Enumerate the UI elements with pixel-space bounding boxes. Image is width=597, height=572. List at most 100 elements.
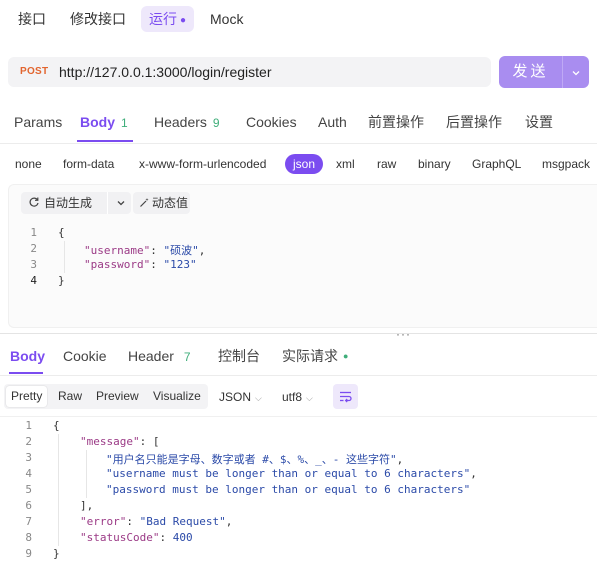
view-visualize[interactable]: Visualize (148, 386, 206, 407)
body-type-form-data[interactable]: form-data (63, 154, 114, 174)
body-type-urlencoded[interactable]: x-www-form-urlencoded (139, 154, 266, 174)
chevron-down-icon[interactable] (562, 56, 589, 88)
json-value: "123" (163, 258, 197, 271)
divider (0, 375, 597, 376)
tab-edit-interface[interactable]: 修改接口 (62, 6, 134, 32)
response-tab-header-label: Header (128, 348, 174, 364)
pane-divider[interactable] (0, 333, 597, 334)
code-line: "password": "123" (84, 258, 197, 271)
tab-post-operations[interactable]: 后置操作 (446, 112, 502, 132)
response-tab-header[interactable]: Header 7 (128, 346, 191, 367)
active-response-tab-indicator (9, 372, 43, 374)
send-button[interactable]: 发送 (499, 56, 589, 88)
json-key: "message" (80, 435, 140, 448)
drag-handle-icon[interactable]: ··· (396, 327, 411, 341)
url-input[interactable]: http://127.0.0.1:3000/login/register (59, 57, 271, 87)
code-line: { (53, 419, 60, 432)
format-select[interactable]: JSON ⌵ (219, 388, 262, 407)
word-wrap-button[interactable] (333, 384, 358, 409)
dynamic-value-button[interactable]: 动态值 (133, 192, 190, 214)
code-line: "error": "Bad Request", (80, 515, 233, 528)
divider (0, 143, 597, 144)
response-tab-actual-request-label: 实际请求 (282, 348, 338, 364)
code-line: "username must be longer than or equal t… (106, 467, 477, 480)
request-body-editor[interactable]: 自动生成 动态值 1 2 3 4 { "username": "硕波", "pa… (8, 184, 597, 328)
top-tab-bar: 接口 修改接口 运行 ● Mock (0, 0, 597, 38)
body-type-binary[interactable]: binary (418, 154, 451, 174)
line-number: 3 (30, 258, 37, 271)
response-body-viewer[interactable]: 1 2 3 4 5 6 7 8 9 { "message": [ "用户名只能是… (0, 416, 597, 572)
tab-params[interactable]: Params (14, 112, 62, 132)
tab-settings[interactable]: 设置 (525, 112, 553, 132)
tab-headers-label: Headers (154, 114, 207, 130)
body-type-xml[interactable]: xml (336, 154, 355, 174)
auto-generate-label: 自动生成 (44, 196, 93, 210)
body-type-raw[interactable]: raw (377, 154, 396, 174)
code-line: } (58, 274, 65, 287)
tab-headers[interactable]: Headers 9 (154, 112, 220, 133)
chevron-down-icon: ⌵ (306, 393, 313, 403)
wrap-lines-icon (339, 390, 352, 408)
line-number: 6 (25, 499, 32, 512)
json-key: "username" (84, 244, 151, 257)
line-number: 8 (25, 531, 32, 544)
tab-interface[interactable]: 接口 (10, 6, 54, 32)
line-number: 9 (25, 547, 32, 560)
send-button-label: 发送 (512, 63, 549, 80)
json-value: "Bad Request" (139, 515, 226, 528)
url-bar[interactable]: POST http://127.0.0.1:3000/login/registe… (8, 57, 491, 87)
response-tab-body[interactable]: Body (10, 346, 45, 366)
view-preview[interactable]: Preview (91, 386, 144, 407)
magic-wand-icon (139, 192, 150, 214)
chevron-down-icon[interactable] (116, 192, 126, 214)
code-line: "message": [ (80, 435, 160, 448)
body-type-graphql[interactable]: GraphQL (472, 154, 521, 174)
http-method[interactable]: POST (20, 57, 48, 87)
line-number: 5 (25, 483, 32, 496)
json-key: "statusCode" (80, 531, 160, 544)
code-line: "password must be longer than or equal t… (106, 483, 470, 496)
indent-guide (86, 450, 87, 498)
active-tab-indicator (77, 140, 133, 142)
code-line: } (53, 547, 60, 560)
refresh-icon (28, 192, 40, 214)
line-number: 2 (25, 435, 32, 448)
json-value: "硕波" (163, 244, 199, 257)
line-number: 3 (25, 451, 32, 464)
line-number: 1 (30, 226, 37, 239)
tab-body[interactable]: Body 1 (80, 112, 128, 133)
code-line: ], (80, 499, 94, 512)
body-count-badge: 1 (121, 116, 128, 130)
body-type-none[interactable]: none (15, 154, 42, 174)
json-value: "用户名只能是字母、数字或者 #、$、%、_、- 这些字符" (106, 453, 397, 466)
code-line: "用户名只能是字母、数字或者 #、$、%、_、- 这些字符", (106, 453, 404, 466)
header-count-badge: 7 (183, 350, 191, 364)
tab-pre-operations[interactable]: 前置操作 (368, 112, 424, 132)
auto-generate-button[interactable]: 自动生成 (21, 192, 131, 214)
json-value: 400 (172, 531, 193, 544)
tab-auth[interactable]: Auth (318, 112, 347, 132)
json-value: "password must be longer than or equal t… (106, 483, 471, 496)
json-key: "error" (80, 515, 127, 528)
code-line: "username": "硕波", (84, 244, 206, 257)
tab-run[interactable]: 运行 ● (141, 6, 195, 32)
body-type-msgpack[interactable]: msgpack (542, 154, 590, 174)
dynamic-value-label: 动态值 (152, 196, 189, 210)
line-number: 4 (30, 274, 37, 287)
indent-guide (58, 434, 59, 546)
view-pretty[interactable]: Pretty (6, 386, 48, 407)
response-tab-actual-request[interactable]: 实际请求 ● (282, 346, 348, 366)
headers-count-badge: 9 (212, 116, 220, 130)
view-raw[interactable]: Raw (53, 386, 87, 407)
tab-mock[interactable]: Mock (202, 6, 251, 32)
response-tab-console[interactable]: 控制台 (218, 346, 260, 366)
indent-guide (64, 241, 65, 273)
encoding-select[interactable]: utf8 ⌵ (282, 388, 313, 407)
json-key: "password" (84, 258, 151, 271)
line-number: 2 (30, 242, 37, 255)
body-type-json[interactable]: json (285, 154, 324, 174)
tab-cookies[interactable]: Cookies (246, 112, 297, 132)
response-tab-cookie[interactable]: Cookie (63, 346, 107, 366)
encoding-select-value: utf8 (282, 390, 303, 404)
view-mode-group: Pretty Raw Preview Visualize (4, 384, 208, 409)
